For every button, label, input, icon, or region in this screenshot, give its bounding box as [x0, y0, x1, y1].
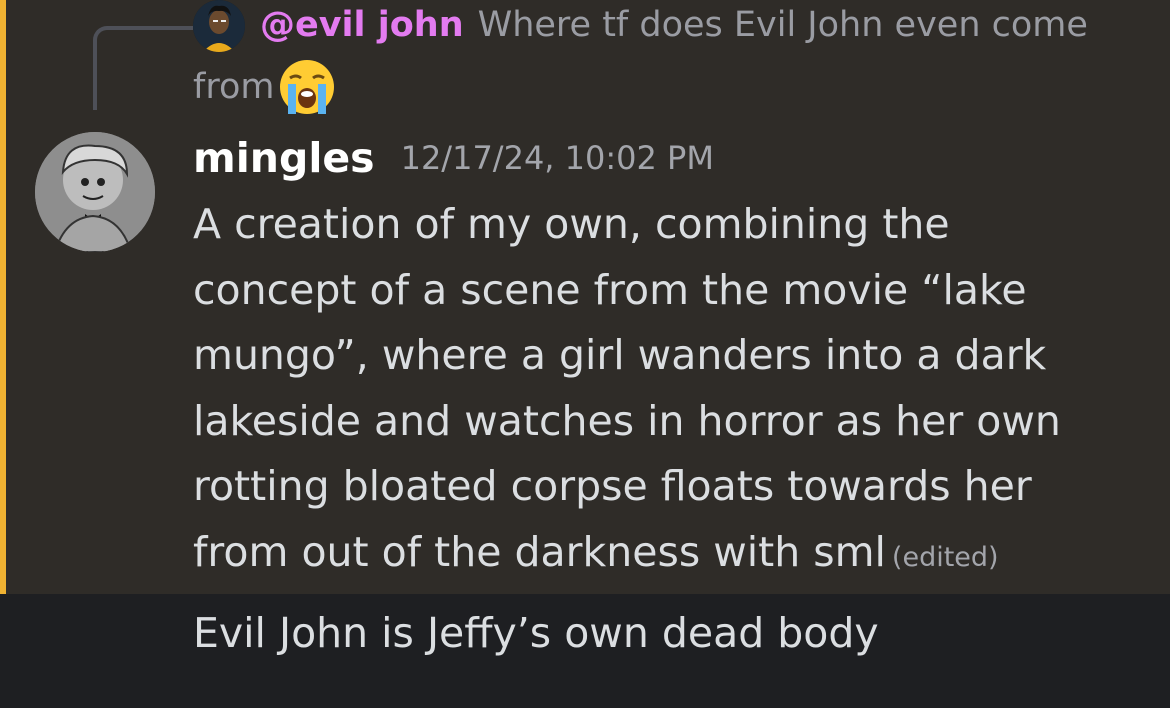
- reply-preview-text: Where tf does Evil John even come: [477, 5, 1088, 45]
- reply-spine: [93, 26, 193, 110]
- edited-label: (edited): [891, 541, 999, 573]
- user-avatar[interactable]: [35, 132, 155, 252]
- message-line-text: from out of the darkness with sml: [193, 527, 886, 576]
- reply-author[interactable]: @evil john: [260, 5, 464, 45]
- reply-preview-continuation: from: [193, 56, 338, 118]
- message-line-last: from out of the darkness with sml (edited…: [193, 520, 1153, 591]
- chat-view: @evil john Where tf does Evil John even c…: [0, 0, 1170, 708]
- message-line: lakeside and watches in horror as her ow…: [193, 396, 1061, 445]
- message-header: mingles 12/17/24, 10:02 PM: [193, 126, 714, 190]
- reply-avatar[interactable]: [193, 0, 245, 52]
- user-avatar-image: [35, 132, 155, 252]
- message-line: A creation of my own, combining the: [193, 200, 950, 248]
- message-line: mungo”, where a girl wanders into a dark: [193, 331, 1047, 380]
- reply-avatar-image: [193, 0, 245, 52]
- mention-indicator-bar: [0, 0, 6, 594]
- message-line: rotting bloated corpse floats towards he…: [193, 462, 1032, 511]
- message-content: A creation of my own, combining the conc…: [193, 192, 1153, 591]
- followup-message: Evil John is Jeffy’s own dead body: [193, 609, 879, 657]
- message-line: concept of a scene from the movie “lake: [193, 265, 1027, 314]
- reply-preview-text-cont: from: [193, 67, 275, 107]
- message-author[interactable]: mingles: [193, 134, 375, 182]
- loudly-crying-face-icon: [276, 56, 338, 118]
- message-timestamp[interactable]: 12/17/24, 10:02 PM: [401, 139, 714, 177]
- reply-preview[interactable]: @evil john Where tf does Evil John even c…: [260, 0, 1140, 56]
